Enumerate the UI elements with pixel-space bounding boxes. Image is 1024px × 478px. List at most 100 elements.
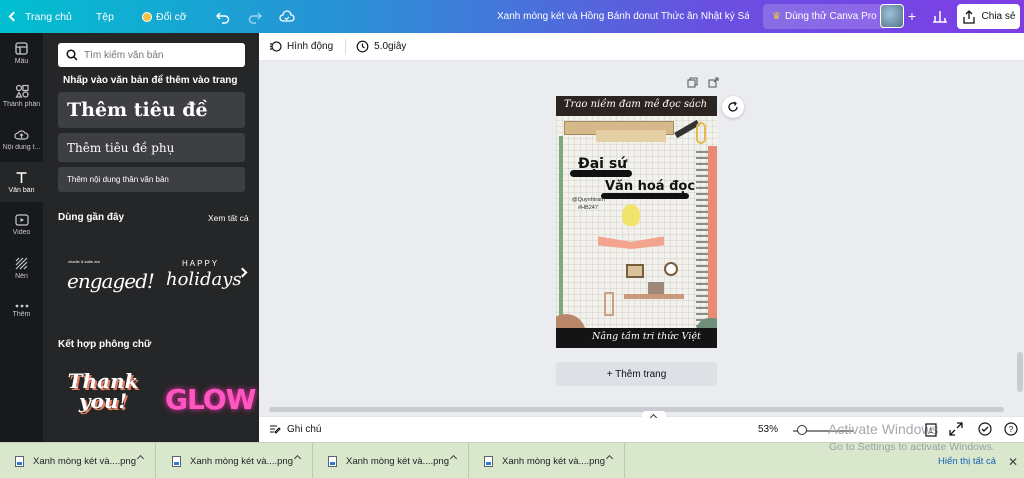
chevron-left-icon xyxy=(8,11,19,22)
design-paperclip xyxy=(696,122,706,144)
rail-item-more[interactable]: Thêm xyxy=(0,291,43,331)
expand-icon xyxy=(949,422,963,436)
notes-button[interactable]: Ghi chú xyxy=(269,423,321,435)
download-item[interactable]: Xanh mòng két và....png xyxy=(0,443,156,478)
redo-button[interactable] xyxy=(239,0,271,33)
upload-icon xyxy=(14,129,29,140)
undo-button[interactable] xyxy=(207,0,239,33)
design-handle[interactable]: @Quynhtram #HB247 xyxy=(572,196,605,212)
left-rail: Mẫu Thành phần Nội dung t... Văn bản Vid… xyxy=(0,33,43,442)
toolbar-divider xyxy=(345,38,347,55)
text-icon xyxy=(16,171,27,183)
add-body-text-button[interactable]: Thêm nội dung thân văn bản xyxy=(58,167,245,192)
help-icon: ? xyxy=(1004,422,1018,436)
rail-item-templates[interactable]: Mẫu xyxy=(0,33,43,73)
scrollbar-thumb[interactable] xyxy=(1017,352,1023,392)
cloud-save-button[interactable] xyxy=(271,0,303,33)
rail-item-elements[interactable]: Thành phần xyxy=(0,76,43,116)
page-count-button[interactable]: 1 xyxy=(923,422,939,438)
zoom-slider-knob[interactable] xyxy=(797,425,808,435)
text-sample-holidays[interactable]: HAPPY holidays xyxy=(160,255,242,305)
design-ruler-2 xyxy=(596,130,666,142)
close-icon[interactable]: ✕ xyxy=(1008,455,1018,469)
notes-icon xyxy=(270,425,281,434)
redo-icon xyxy=(248,11,262,24)
open-book-illustration xyxy=(598,236,664,249)
canvas-area: Trao niềm đam mê đọc sách Đại sứ Văn hoá… xyxy=(259,62,1016,406)
design-page[interactable]: Trao niềm đam mê đọc sách Đại sứ Văn hoá… xyxy=(556,96,717,348)
design-pink-strip xyxy=(708,146,717,346)
download-item[interactable]: Xanh mòng két và....png xyxy=(157,443,313,478)
design-heading-1[interactable]: Đại sứ xyxy=(578,156,627,172)
vertical-scrollbar[interactable] xyxy=(1016,62,1024,406)
home-button[interactable]: Trang chủ xyxy=(0,0,80,33)
avatar[interactable] xyxy=(880,4,904,28)
rail-item-uploads[interactable]: Nội dung t... xyxy=(0,119,43,159)
undo-icon xyxy=(215,11,230,24)
resize-button[interactable]: Đổi cỡ xyxy=(134,0,195,33)
help-button[interactable]: ? xyxy=(1004,422,1020,438)
text-sample-engaged[interactable]: charlie & katie are engaged! xyxy=(63,253,155,303)
duration-button[interactable]: 5.0giây xyxy=(356,40,406,53)
recent-section-title: Dùng gần đây xyxy=(58,212,125,223)
lightbulb-illustration xyxy=(622,204,640,226)
show-pages-button[interactable] xyxy=(642,411,666,421)
chair-illustration xyxy=(604,292,614,316)
combo-thank-you[interactable]: Thank you! xyxy=(63,371,143,433)
animate-button[interactable]: Hình động xyxy=(269,40,333,53)
add-subheading-button[interactable]: Thêm tiêu đề phụ xyxy=(58,133,245,162)
add-page-icon[interactable] xyxy=(708,77,719,88)
editor-toolbar: Hình động 5.0giây xyxy=(259,33,1024,61)
design-spiral xyxy=(696,151,708,331)
download-item[interactable]: Xanh mòng két và....png xyxy=(313,443,469,478)
rail-item-background[interactable]: Nền xyxy=(0,248,43,288)
combo-glow[interactable]: GLOW xyxy=(165,383,257,423)
chevron-up-icon[interactable] xyxy=(449,454,458,463)
svg-text:?: ? xyxy=(1009,425,1014,434)
design-bottom-text[interactable]: Nâng tầm tri thức Việt xyxy=(592,331,701,342)
add-heading-button[interactable]: Thêm tiêu đề xyxy=(58,92,245,128)
zoom-value[interactable]: 53% xyxy=(758,424,778,435)
add-page-button[interactable]: + Thêm trang xyxy=(556,362,717,386)
background-icon xyxy=(15,257,28,269)
see-all-link[interactable]: Xem tất cả xyxy=(208,213,249,223)
add-collaborator-button[interactable]: + xyxy=(905,8,919,24)
design-top-text[interactable]: Trao niềm đam mê đọc sách xyxy=(564,99,707,110)
chevron-up-icon[interactable] xyxy=(605,454,614,463)
search-input[interactable] xyxy=(84,49,234,61)
share-button[interactable]: Chia sẻ xyxy=(957,4,1020,29)
rail-item-video[interactable]: Video xyxy=(0,205,43,245)
image-file-icon xyxy=(328,455,337,467)
desk-illustration xyxy=(624,294,684,299)
chevron-up-icon[interactable] xyxy=(293,454,302,463)
design-hashtag: #HB247 xyxy=(578,205,598,211)
crown-coin-icon xyxy=(141,11,152,22)
chevron-up-icon[interactable] xyxy=(136,454,145,463)
scrollbar-thumb[interactable] xyxy=(269,407,1004,412)
try-pro-button[interactable]: ♛ Dùng thử Canva Pro xyxy=(763,4,886,29)
page-tools xyxy=(687,77,719,88)
cloud-icon xyxy=(279,9,295,22)
image-file-icon xyxy=(484,455,493,467)
file-menu[interactable]: Tệp xyxy=(88,0,122,33)
document-title[interactable]: Xanh mòng két và Hồng Bánh donut Thức ăn… xyxy=(497,0,749,33)
elements-icon xyxy=(14,84,29,98)
duplicate-page-icon[interactable] xyxy=(687,77,698,88)
sample-big-text: holidays xyxy=(166,269,242,290)
fullscreen-button[interactable] xyxy=(949,422,965,438)
show-all-downloads-link[interactable]: Hiển thị tất cả xyxy=(938,456,996,467)
insights-icon[interactable] xyxy=(932,8,948,24)
more-icon xyxy=(15,304,28,308)
picture-frame-illustration xyxy=(626,264,644,278)
rail-item-text[interactable]: Văn bản xyxy=(0,162,43,202)
top-bar: Trang chủ Tệp Đổi cỡ Xanh mòng két và Hồ… xyxy=(0,0,1024,33)
download-item[interactable]: Xanh mòng két và....png xyxy=(469,443,625,478)
design-heading-2[interactable]: Văn hoá đọc xyxy=(605,179,695,194)
sample-small-text: HAPPY xyxy=(182,259,220,268)
monitor-illustration xyxy=(648,282,664,294)
refresh-page-button[interactable] xyxy=(722,96,744,118)
text-panel: Nhấp vào văn bản để thêm vào trang Thêm … xyxy=(43,33,259,442)
text-search[interactable] xyxy=(58,43,245,67)
bottom-bar: Ghi chú 53% Activate Windows 1 ? xyxy=(259,411,1024,442)
check-button[interactable] xyxy=(978,422,994,438)
